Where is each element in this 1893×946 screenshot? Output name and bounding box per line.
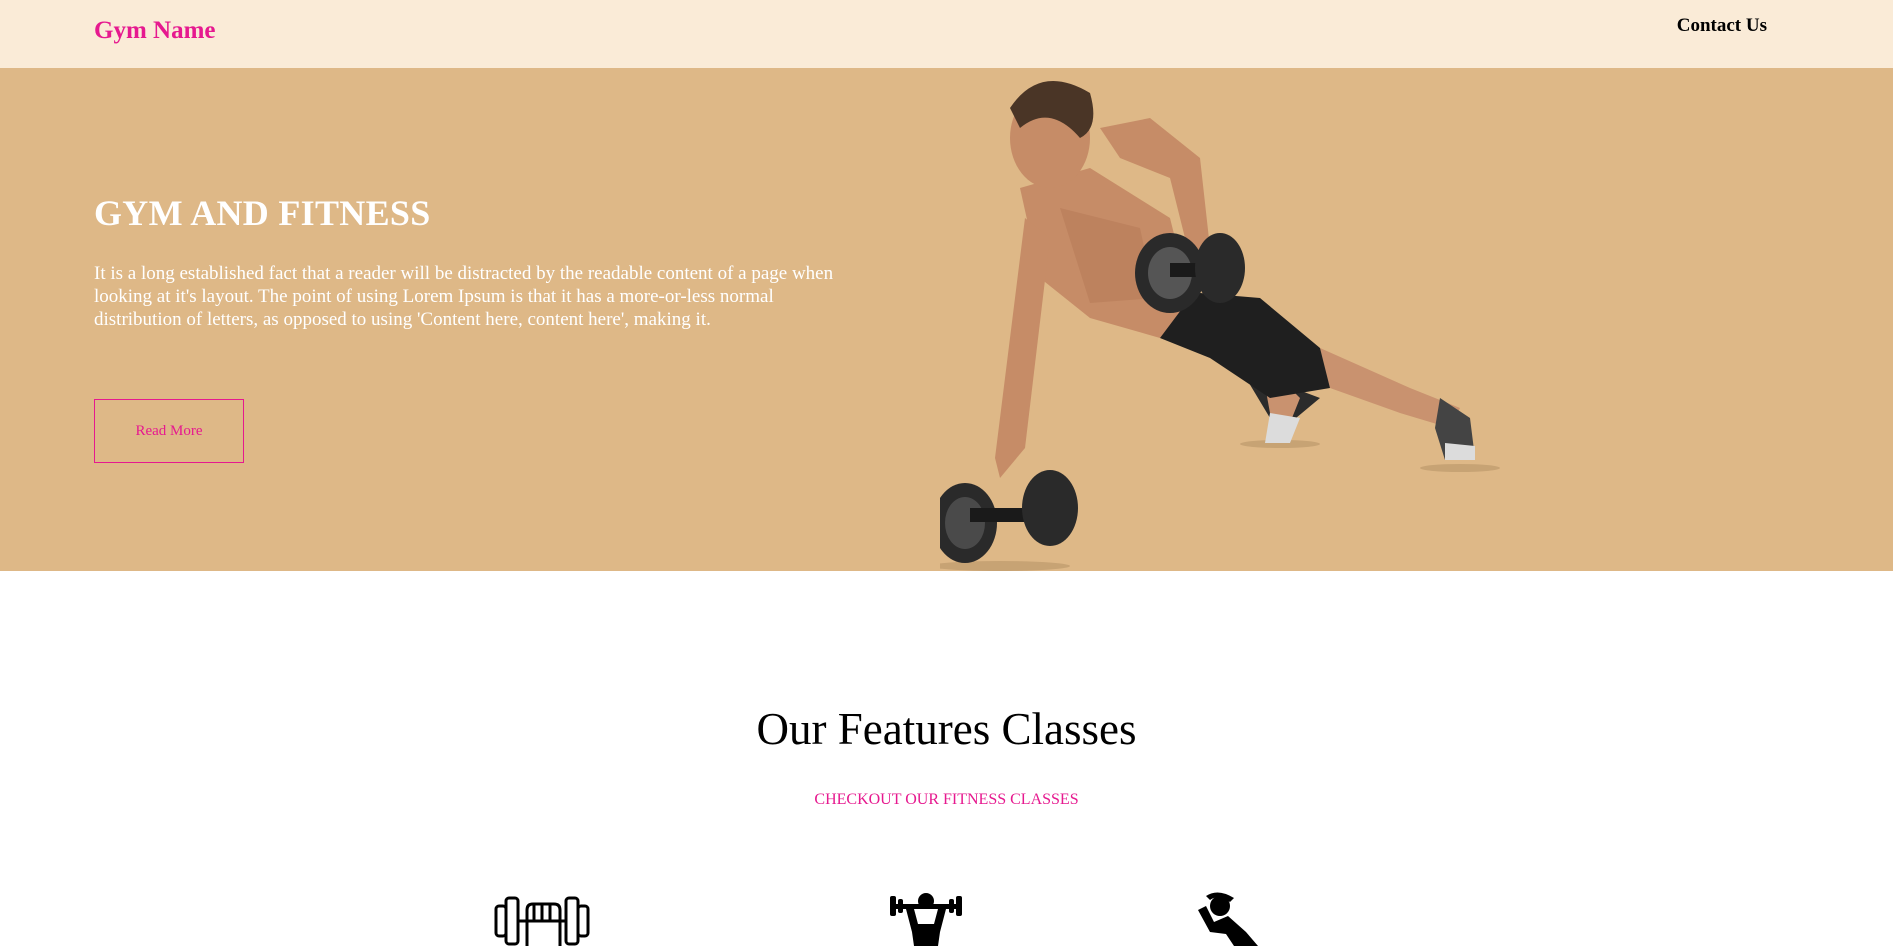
contact-us-link[interactable]: Contact Us	[1677, 15, 1767, 37]
hero-section: GYM AND FITNESS It is a long established…	[0, 68, 1893, 571]
hero-description: It is a long established fact that a rea…	[94, 263, 834, 330]
features-subtitle: CHECKOUT OUR FITNESS CLASSES	[814, 791, 1079, 808]
dumbbell-grip-icon	[494, 896, 590, 946]
brand-logo-link[interactable]: Gym Name	[94, 17, 216, 45]
athlete-pushup-image	[940, 81, 1500, 571]
weightlifter-icon	[890, 893, 962, 946]
features-title: Our Features Classes	[756, 704, 1137, 754]
navbar: Gym Name Contact Us	[0, 0, 1893, 68]
read-more-button[interactable]: Read More	[94, 399, 244, 463]
situp-icon	[1198, 892, 1258, 946]
hero-title: GYM AND FITNESS	[94, 193, 431, 233]
